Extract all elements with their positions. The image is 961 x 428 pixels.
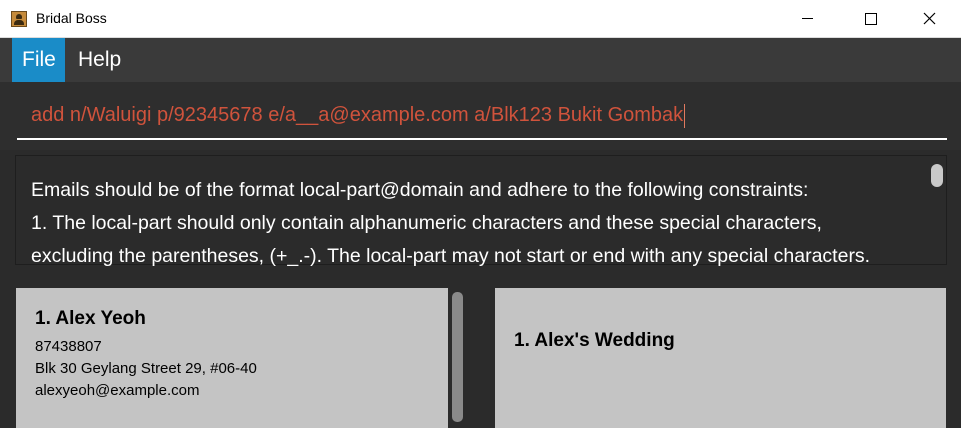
result-line: Emails should be of the format local-par… bbox=[31, 179, 809, 201]
window-title: Bridal Boss bbox=[36, 10, 107, 26]
result-scrollbar[interactable] bbox=[931, 164, 943, 187]
wedding-card[interactable]: 1. Alex's Wedding bbox=[495, 288, 946, 428]
person-email: alexyeoh@example.com bbox=[35, 382, 200, 399]
command-text: add n/Waluigi p/92345678 e/a__a@example.… bbox=[31, 104, 684, 126]
text-caret bbox=[684, 103, 686, 128]
maximize-button[interactable] bbox=[847, 0, 893, 37]
minimize-icon bbox=[802, 18, 813, 19]
maximize-icon bbox=[865, 13, 877, 25]
person-address: Blk 30 Geylang Street 29, #06-40 bbox=[35, 360, 257, 377]
window-titlebar: Bridal Boss bbox=[0, 0, 961, 38]
wedding-list-panel: 1. Alex's Wedding bbox=[484, 273, 958, 428]
result-text: Emails should be of the format local-par… bbox=[31, 174, 926, 273]
result-line: excluding the parentheses, (+_.-). The l… bbox=[31, 245, 871, 267]
close-icon bbox=[923, 12, 936, 25]
close-button[interactable] bbox=[906, 0, 952, 37]
result-line: 1. The local-part should only contain al… bbox=[31, 212, 822, 234]
app-icon bbox=[11, 11, 27, 27]
menu-help[interactable]: Help bbox=[68, 38, 131, 82]
command-input[interactable]: add n/Waluigi p/92345678 e/a__a@example.… bbox=[17, 100, 947, 140]
person-list-panel: 1. Alex Yeoh 87438807 Blk 30 Geylang Str… bbox=[3, 273, 478, 428]
minimize-button[interactable] bbox=[785, 0, 831, 37]
menu-file[interactable]: File bbox=[12, 38, 65, 82]
wedding-name: 1. Alex's Wedding bbox=[514, 330, 675, 351]
command-box-container: add n/Waluigi p/92345678 e/a__a@example.… bbox=[0, 82, 961, 150]
person-card[interactable]: 1. Alex Yeoh 87438807 Blk 30 Geylang Str… bbox=[16, 288, 448, 428]
person-phone: 87438807 bbox=[35, 338, 102, 355]
person-name: 1. Alex Yeoh bbox=[35, 308, 146, 329]
result-display[interactable]: Emails should be of the format local-par… bbox=[15, 155, 947, 267]
person-list-scrollbar[interactable] bbox=[452, 292, 463, 422]
menu-bar: File Help bbox=[0, 38, 961, 82]
